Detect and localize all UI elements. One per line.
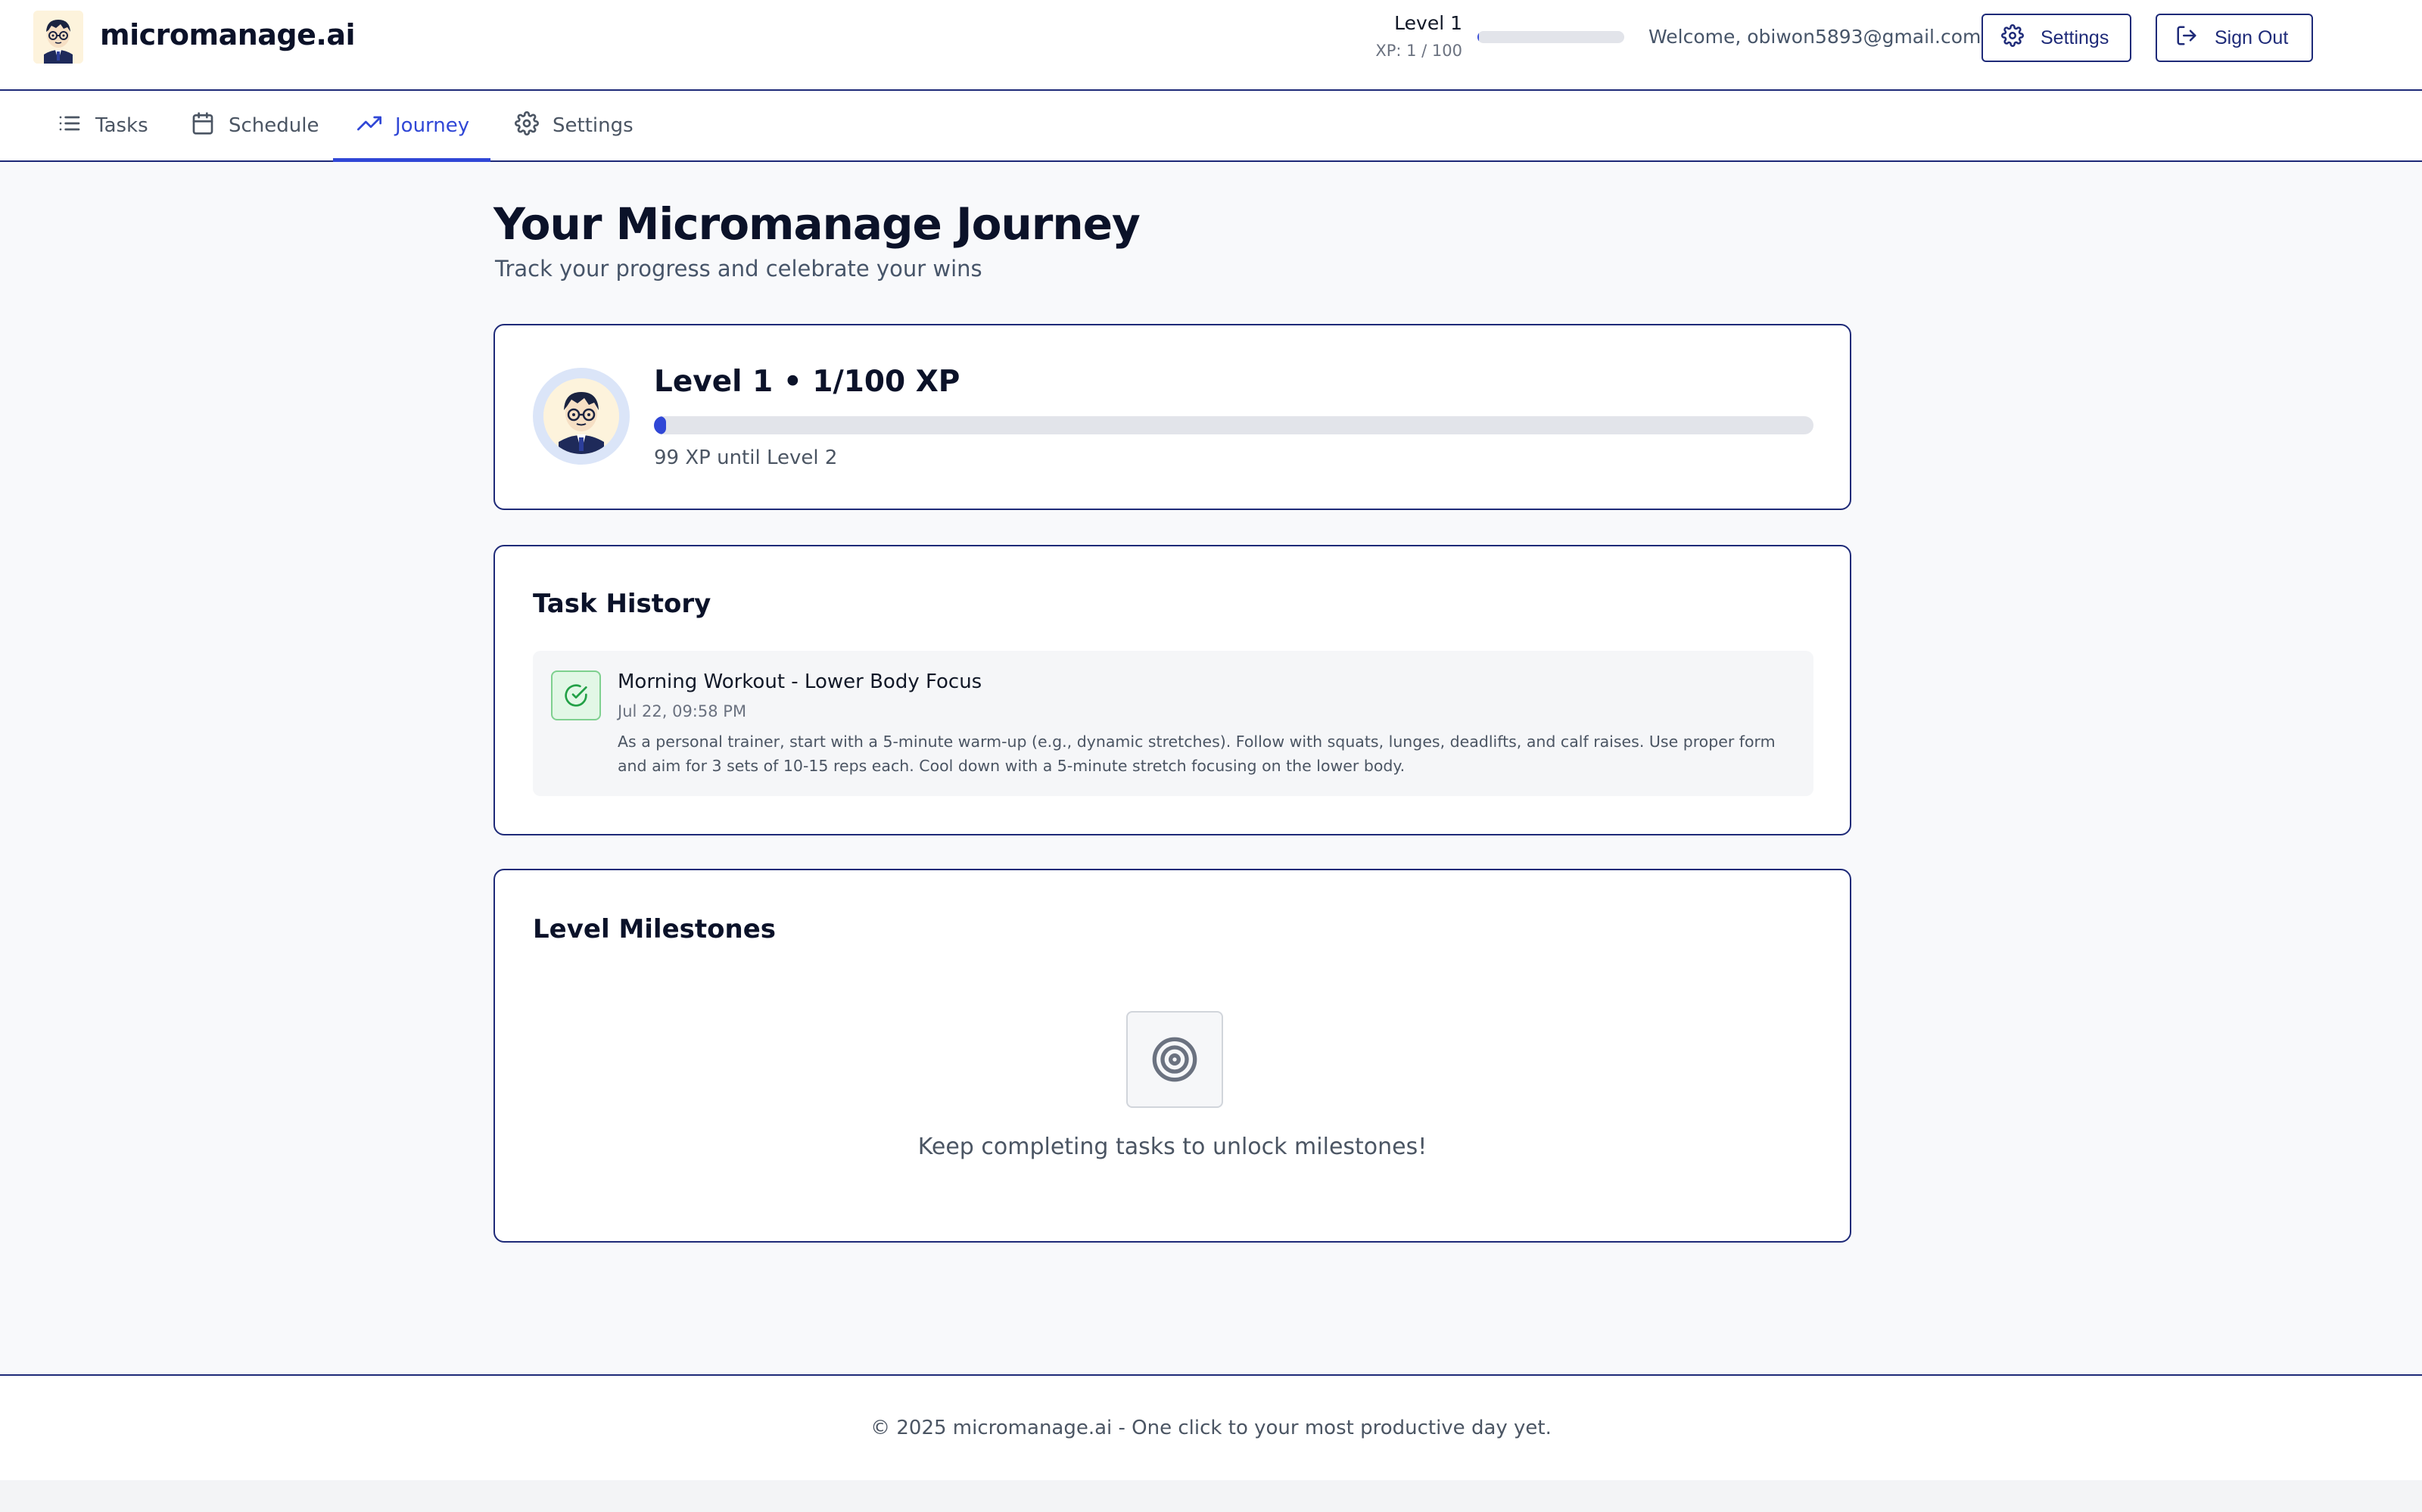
history-item-description: As a personal trainer, start with a 5-mi… xyxy=(618,733,1776,775)
history-item-timestamp: Jul 22, 09:58 PM xyxy=(618,702,747,720)
top-header: micromanage.ai Level 1 XP: 1 / 100 Welco… xyxy=(0,0,2422,91)
tab-settings[interactable]: Settings xyxy=(515,91,634,160)
sign-out-button[interactable]: Sign Out xyxy=(2156,14,2313,62)
level-milestones-title: Level Milestones xyxy=(533,914,776,944)
list-item[interactable]: Morning Workout - Lower Body Focus Jul 2… xyxy=(533,651,1813,796)
header-xp-label: XP: 1 / 100 xyxy=(1375,42,1462,60)
tab-schedule-label: Schedule xyxy=(229,114,319,137)
target-icon xyxy=(1126,1011,1223,1108)
trending-up-icon xyxy=(357,111,381,141)
main-tab-bar: Tasks Schedule Journey Settings xyxy=(0,91,2422,162)
brand-name[interactable]: micromanage.ai xyxy=(100,18,356,51)
tab-journey-label: Journey xyxy=(395,114,470,137)
header-level-info: Level 1 XP: 1 / 100 xyxy=(1375,12,1462,60)
tab-tasks[interactable]: Tasks xyxy=(58,91,148,160)
list-icon xyxy=(58,111,82,141)
sign-out-label: Sign Out xyxy=(2215,26,2289,48)
level-heading: Level 1 • 1/100 XP xyxy=(654,365,960,399)
level-card: Level 1 • 1/100 XP 99 XP until Level 2 xyxy=(493,324,1851,510)
page-title: Your Micromanage Journey xyxy=(493,198,1141,250)
avatar xyxy=(533,368,630,465)
tab-schedule[interactable]: Schedule xyxy=(191,91,319,160)
calendar-icon xyxy=(191,111,215,141)
bottom-strip xyxy=(0,1480,2422,1512)
tab-tasks-label: Tasks xyxy=(95,114,148,137)
logo-mascot-icon[interactable] xyxy=(33,11,83,64)
task-history-title: Task History xyxy=(533,589,711,619)
footer-copyright: © 2025 micromanage.ai - One click to you… xyxy=(870,1417,1552,1439)
welcome-text: Welcome, obiwon5893@gmail.com xyxy=(1648,26,1981,48)
level-progress-bar xyxy=(654,416,1813,434)
header-settings-button[interactable]: Settings xyxy=(1981,14,2131,62)
tab-journey[interactable]: Journey xyxy=(333,91,490,162)
milestones-empty-text: Keep completing tasks to unlock mileston… xyxy=(917,1134,1427,1160)
check-circle-icon xyxy=(551,670,601,720)
tab-settings-label: Settings xyxy=(553,114,634,137)
xp-remaining-text: 99 XP until Level 2 xyxy=(654,446,838,469)
log-out-icon xyxy=(2175,24,2198,52)
header-xp-progress-bar xyxy=(1477,31,1624,43)
task-history-card: Task History Morning Workout - Lower Bod… xyxy=(493,545,1851,835)
gear-icon xyxy=(515,110,539,141)
header-xp-progress-fill xyxy=(1477,31,1479,43)
footer: © 2025 micromanage.ai - One click to you… xyxy=(0,1374,2422,1480)
mascot-avatar-icon xyxy=(543,378,619,454)
header-level-label: Level 1 xyxy=(1394,12,1462,34)
history-item-title: Morning Workout - Lower Body Focus xyxy=(618,670,982,693)
page-subtitle: Track your progress and celebrate your w… xyxy=(495,256,982,282)
header-settings-label: Settings xyxy=(2041,26,2109,48)
level-progress-fill xyxy=(654,416,666,434)
level-milestones-card: Level Milestones Keep completing tasks t… xyxy=(493,869,1851,1243)
gear-icon xyxy=(2001,23,2024,52)
